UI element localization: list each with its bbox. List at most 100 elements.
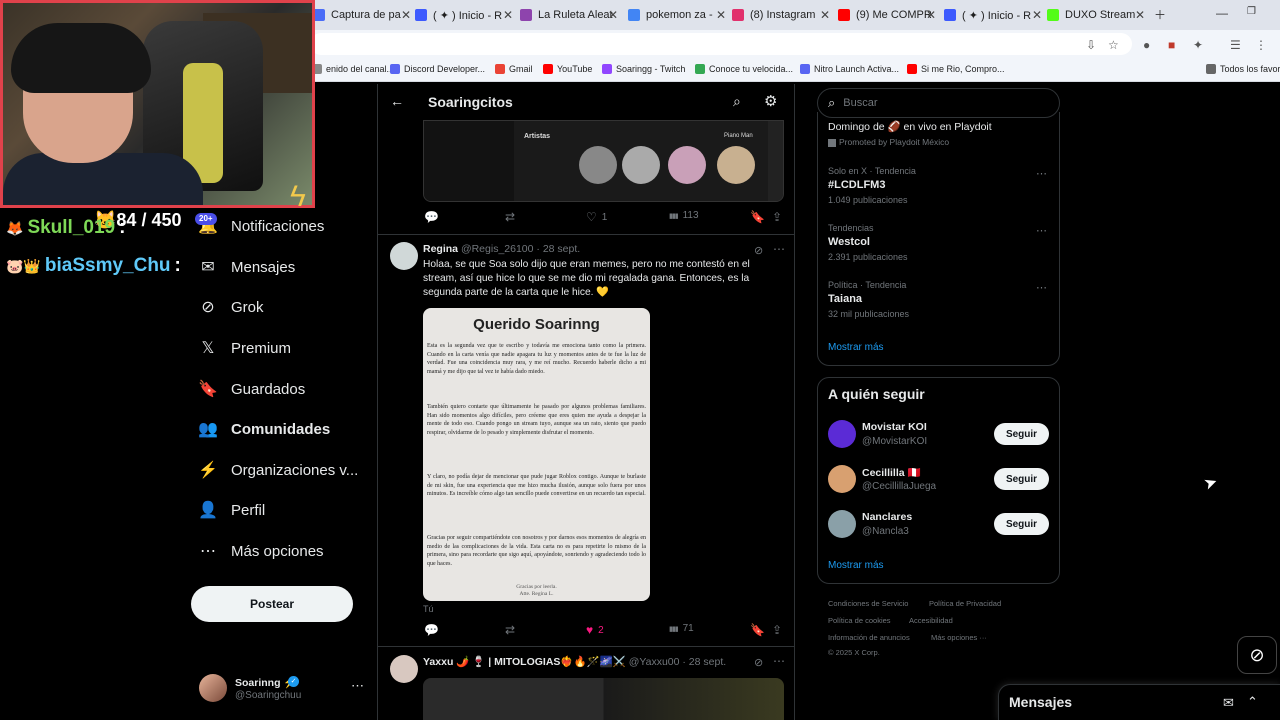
more-icon[interactable]: ⋯ [773, 654, 785, 668]
back-arrow-icon[interactable]: ← [390, 93, 404, 109]
bookmark-item[interactable]: Discord Developer... [390, 64, 485, 74]
share-button[interactable]: ⇪ [772, 623, 787, 637]
trend-item[interactable]: Taiana [828, 293, 862, 305]
more-icon[interactable]: ⋯ [1036, 167, 1047, 180]
follow-button[interactable]: Seguir [994, 513, 1049, 535]
close-icon[interactable]: ✕ [926, 8, 936, 22]
author-handle[interactable]: @Regis_26100 [461, 243, 534, 255]
bookmark-item[interactable]: Si me Rio, Compro... [907, 64, 1005, 74]
avatar[interactable] [390, 242, 418, 270]
trend-item[interactable]: Westcol [828, 236, 870, 248]
nav-item[interactable]: 🔖 Guardados [198, 374, 305, 404]
new-tab-button[interactable]: ＋ [1154, 6, 1166, 23]
extension-icon[interactable]: ● [1143, 38, 1150, 52]
post-image[interactable]: Querido Soarinng Esta es la segunda vez … [423, 308, 650, 601]
bookmark-item[interactable]: Soaringg - Twitch [602, 64, 685, 74]
browser-tab[interactable]: pokemon za - ✕ [628, 4, 726, 26]
more-icon[interactable]: ⋯ [1036, 224, 1047, 237]
media-icon[interactable]: ☰ [1230, 38, 1241, 52]
nav-item[interactable]: 👤 Perfil [198, 495, 265, 525]
bookmark-item[interactable]: Gmail [495, 64, 533, 74]
like-button[interactable]: ♥ 2 [586, 623, 604, 637]
browser-tab[interactable]: DUXO Stream ✕ [1047, 4, 1145, 26]
close-icon[interactable]: ✕ [401, 8, 411, 22]
account-switcher[interactable]: Soarinng ⚡ ✓ @Soaringchuu ⋯ [199, 672, 369, 708]
browser-tab[interactable]: Captura de pa ✕ [313, 4, 411, 26]
post-button[interactable]: Postear [191, 586, 353, 622]
new-message-icon[interactable]: ✉ [1223, 695, 1234, 711]
avatar[interactable] [828, 510, 856, 538]
more-icon[interactable]: ⋯ [773, 242, 785, 256]
footer-link[interactable]: Política de cookies [828, 616, 891, 625]
puzzle-icon[interactable]: ✦ [1193, 38, 1203, 52]
browser-tab[interactable]: La Ruleta Aleat ✕ [520, 4, 618, 26]
repost-button[interactable]: ⇄ [505, 623, 520, 637]
close-icon[interactable]: ✕ [608, 8, 618, 22]
footer-link[interactable]: Condiciones de Servicio [828, 599, 908, 608]
author-handle[interactable]: @Yaxxu00 [629, 656, 680, 668]
avatar[interactable] [828, 420, 856, 448]
minimize-button[interactable]: — [1216, 6, 1228, 20]
gear-icon[interactable]: ⚙ [764, 92, 777, 110]
maximize-button[interactable]: ❐ [1247, 6, 1256, 17]
footer-link[interactable]: Política de Privacidad [929, 599, 1001, 608]
footer-link[interactable]: © 2025 X Corp. [828, 648, 880, 657]
search-icon[interactable]: ⌕ [733, 93, 741, 110]
nav-item[interactable]: 🔔 Notificaciones [198, 211, 324, 241]
post-date[interactable]: · 28 sept. [682, 656, 726, 668]
post-media[interactable]: Artistas Piano Man [423, 120, 784, 202]
views-button[interactable]: ▮▮▮ 113 [669, 210, 699, 221]
extension-icon[interactable]: ■ [1168, 38, 1175, 52]
bookmark-item[interactable]: enido del canal... [312, 64, 394, 74]
nav-item[interactable]: ⚡ Organizaciones v... [198, 455, 358, 485]
show-more-link[interactable]: Mostrar más [828, 342, 884, 353]
share-button[interactable]: ⇪ [772, 210, 787, 224]
more-icon[interactable]: ⋯ [351, 678, 364, 694]
views-button[interactable]: ▮▮▮ 71 [669, 623, 694, 634]
messages-drawer[interactable]: Mensajes ✉ ⌃ [998, 684, 1280, 720]
follow-button[interactable]: Seguir [994, 468, 1049, 490]
install-icon[interactable]: ⇩ [1086, 38, 1096, 52]
bookmark-item[interactable]: Todos los favori [1206, 64, 1280, 74]
close-icon[interactable]: ✕ [716, 8, 726, 22]
follow-name[interactable]: Movistar KOI [862, 421, 927, 433]
author-name[interactable]: Yaxxu 🌶️ 🍷 | MITOLOGIAS❤️‍🔥🔥🪄🌌⚔️ [423, 656, 626, 668]
grok-fab-icon[interactable]: ⊘ [1237, 636, 1277, 674]
nav-item[interactable]: 👥 Comunidades [198, 414, 330, 444]
browser-tab[interactable]: ( ✦ ) Inicio - R ✕ [415, 4, 513, 26]
avatar[interactable] [828, 465, 856, 493]
nav-item[interactable]: 𝕏 Premium [198, 333, 291, 363]
bookmark-item[interactable]: Conoce tu velocida... [695, 64, 793, 74]
avatar[interactable] [390, 655, 418, 683]
footer-link[interactable]: Accesibilidad [909, 616, 953, 625]
show-more-link[interactable]: Mostrar más [828, 560, 884, 571]
reply-button[interactable]: 💬 [424, 623, 444, 637]
close-icon[interactable]: ✕ [503, 8, 513, 22]
menu-icon[interactable]: ⋮ [1255, 38, 1267, 52]
grok-icon[interactable]: ⊘ [754, 656, 763, 669]
bookmark-button[interactable]: 🔖 [750, 210, 770, 224]
like-button[interactable]: ♡ 1 [586, 210, 607, 224]
address-input[interactable] [310, 33, 1132, 55]
expand-icon[interactable]: ⌃ [1247, 694, 1258, 710]
promo-title[interactable]: Domingo de 🏈 en vivo en Playdoit [828, 120, 992, 133]
close-icon[interactable]: ✕ [820, 8, 830, 22]
nav-item[interactable]: ✉ Mensajes [198, 252, 295, 282]
author-name[interactable]: Regina [423, 243, 458, 255]
follow-name[interactable]: Cecillilla 🇵🇪 [862, 466, 921, 479]
footer-link[interactable]: Información de anuncios [828, 633, 910, 642]
bookmark-item[interactable]: YouTube [543, 64, 592, 74]
more-icon[interactable]: ⋯ [1036, 281, 1047, 294]
follow-button[interactable]: Seguir [994, 423, 1049, 445]
star-icon[interactable]: ☆ [1108, 38, 1119, 52]
post-date[interactable]: · 28 sept. [536, 243, 580, 255]
nav-item[interactable]: ⋯ Más opciones [198, 536, 324, 566]
grok-icon[interactable]: ⊘ [754, 244, 763, 257]
close-icon[interactable]: ✕ [1032, 8, 1042, 22]
trend-item[interactable]: #LCDLFM3 [828, 179, 885, 191]
nav-item[interactable]: ⊘ Grok [198, 292, 263, 322]
close-icon[interactable]: ✕ [1135, 8, 1145, 22]
reply-button[interactable]: 💬 [424, 210, 444, 224]
browser-tab[interactable]: (8) Instagram ✕ [732, 4, 830, 26]
browser-tab[interactable]: (9) Me COMPR ✕ [838, 4, 936, 26]
